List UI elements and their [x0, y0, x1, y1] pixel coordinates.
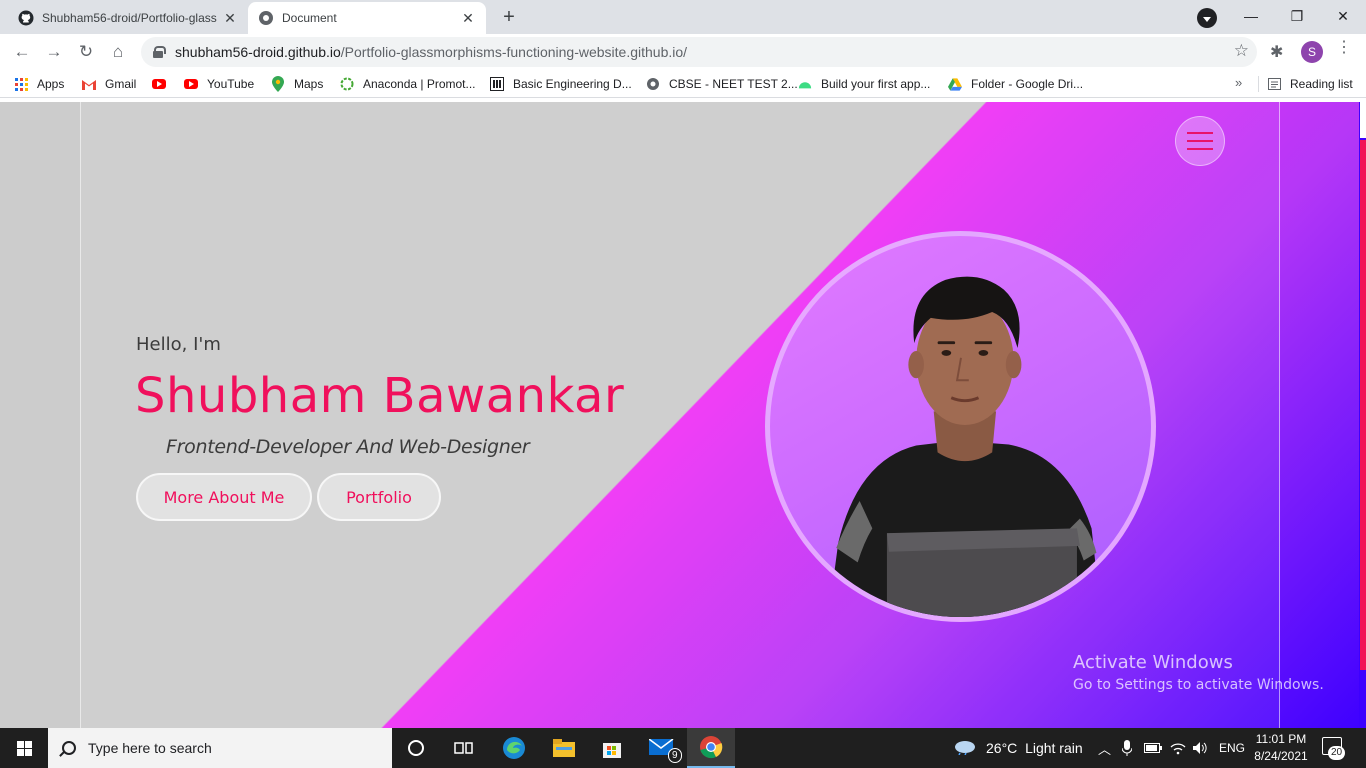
search-icon: [62, 741, 76, 755]
taskbar-search-box[interactable]: Type here to search: [48, 728, 392, 768]
wifi-icon[interactable]: [1170, 728, 1186, 768]
hero-name: Shubham Bawankar: [135, 368, 625, 424]
chrome-menu-icon[interactable]: ⋮: [1336, 40, 1352, 56]
bookmark-anaconda[interactable]: Anaconda | Promot...: [340, 75, 476, 93]
file-explorer-icon[interactable]: [540, 728, 588, 768]
bookmark-cbse-neet[interactable]: CBSE - NEET TEST 2...: [646, 75, 798, 93]
google-drive-icon: [948, 77, 962, 91]
gmail-icon: [82, 77, 96, 91]
profile-avatar[interactable]: S: [1301, 41, 1323, 63]
cortana-circle-icon[interactable]: [392, 728, 440, 768]
close-tab-icon[interactable]: ✕: [460, 10, 476, 26]
greeting-text: Hello, I'm: [136, 334, 221, 355]
maps-pin-icon: [271, 76, 285, 92]
start-button[interactable]: [0, 728, 48, 768]
reading-list-icon: [1267, 77, 1281, 91]
mail-badge: 9: [668, 748, 682, 763]
bookmark-gmail[interactable]: Gmail: [82, 75, 136, 93]
android-icon: [798, 77, 812, 91]
browser-tab-strip: Shubham56-droid/Portfolio-glass ✕ Docume…: [0, 0, 1366, 34]
scrollbar-progress: [1360, 140, 1366, 670]
mail-icon[interactable]: 9: [638, 728, 686, 768]
chrome-taskbar-icon[interactable]: [687, 728, 735, 768]
system-clock[interactable]: 11:01 PM 8/24/2021: [1250, 731, 1312, 765]
menu-line: [1187, 140, 1213, 142]
back-button[interactable]: ←: [8, 38, 36, 66]
bookmark-basic-engineering[interactable]: Basic Engineering D...: [490, 75, 632, 93]
windows-taskbar: Type here to search 9 26°C Light rain ︿: [0, 728, 1366, 768]
address-bar[interactable]: shubham56-droid.github.io/Portfolio-glas…: [141, 37, 1257, 67]
windows-activation-watermark: Activate Windows Go to Settings to activ…: [1073, 652, 1324, 693]
edge-browser-icon[interactable]: [490, 728, 538, 768]
bookmark-apps[interactable]: Apps: [14, 75, 64, 93]
tab-github[interactable]: Shubham56-droid/Portfolio-glass ✕: [8, 2, 248, 34]
portfolio-button[interactable]: Portfolio: [317, 473, 441, 521]
youtube-icon: [184, 77, 198, 91]
battery-icon[interactable]: [1144, 728, 1162, 768]
profile-photo: [765, 231, 1156, 622]
globe-icon: [258, 10, 274, 26]
github-icon: [18, 10, 34, 26]
tab-title: Shubham56-droid/Portfolio-glass: [42, 11, 217, 25]
person-photo-image: [828, 276, 1102, 617]
apps-grid-icon: [14, 77, 28, 91]
forward-button[interactable]: →: [40, 38, 68, 66]
bookmark-youtube[interactable]: YouTube: [184, 75, 254, 93]
minimize-button[interactable]: —: [1228, 0, 1274, 32]
hero-role: Frontend-Developer And Web-Designer: [166, 436, 530, 458]
scrollbar-thumb[interactable]: [1360, 102, 1366, 138]
reading-list-button[interactable]: Reading list: [1267, 75, 1353, 93]
show-hidden-icons-chevron-icon[interactable]: ︿: [1098, 728, 1111, 768]
divider: [1258, 76, 1259, 92]
windows-logo-icon: [16, 740, 32, 756]
building-icon: [490, 77, 504, 91]
new-tab-button[interactable]: +: [496, 6, 522, 28]
close-tab-icon[interactable]: ✕: [222, 10, 238, 26]
tab-document[interactable]: Document ✕: [248, 2, 486, 34]
bookmarks-bar: Apps Gmail YouTube Maps Anaconda | Promo…: [0, 70, 1366, 98]
reload-button[interactable]: ↻: [72, 38, 100, 66]
notification-count-badge: 20: [1328, 746, 1346, 760]
language-indicator[interactable]: ENG: [1219, 728, 1245, 768]
tab-search-button[interactable]: [1197, 8, 1217, 28]
tab-title: Document: [282, 11, 337, 25]
home-button[interactable]: ⌂: [104, 38, 132, 66]
bookmark-youtube-unnamed[interactable]: [152, 75, 175, 93]
microphone-icon[interactable]: [1122, 728, 1132, 768]
bookmark-google-drive[interactable]: Folder - Google Dri...: [948, 75, 1083, 93]
menu-line: [1187, 132, 1213, 134]
task-view-icon[interactable]: [440, 728, 488, 768]
cloud-rain-icon: [954, 739, 976, 758]
lock-icon: [153, 46, 166, 58]
weather-widget[interactable]: 26°C Light rain: [954, 728, 1083, 768]
more-about-me-button[interactable]: More About Me: [136, 473, 312, 521]
more-bookmarks-chevron-icon[interactable]: »: [1235, 75, 1242, 90]
page-viewport: Hello, I'm Shubham Bawankar Frontend-Dev…: [0, 102, 1366, 728]
anaconda-icon: [340, 77, 354, 91]
bookmark-star-icon[interactable]: ☆: [1234, 41, 1249, 61]
browser-toolbar: ← → ↻ ⌂ shubham56-droid.github.io/Portfo…: [0, 34, 1366, 70]
youtube-icon: [152, 77, 166, 91]
bookmark-maps[interactable]: Maps: [271, 75, 323, 93]
volume-icon[interactable]: [1192, 728, 1208, 768]
hamburger-menu-button[interactable]: [1175, 116, 1225, 166]
bookmark-build-first-app[interactable]: Build your first app...: [798, 75, 930, 93]
globe-icon: [646, 77, 660, 91]
url-text: shubham56-droid.github.io/Portfolio-glas…: [175, 44, 688, 60]
microsoft-store-icon[interactable]: [588, 728, 636, 768]
menu-line: [1187, 148, 1213, 150]
extensions-puzzle-icon[interactable]: ✱: [1270, 42, 1283, 62]
restore-button[interactable]: ❐: [1274, 0, 1320, 32]
close-window-button[interactable]: ✕: [1320, 0, 1366, 32]
